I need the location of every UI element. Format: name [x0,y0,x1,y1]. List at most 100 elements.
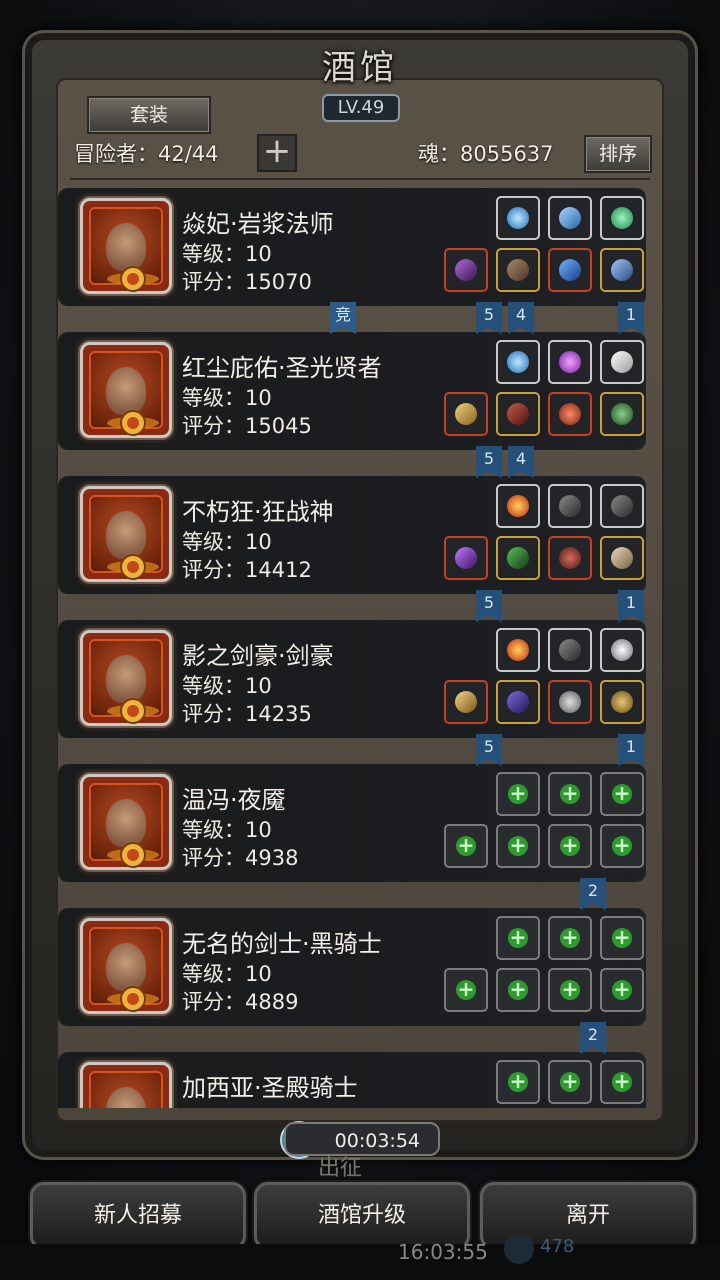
equipment-slot[interactable] [496,628,540,672]
empty-equipment-slot[interactable]: + [496,772,540,816]
add-equipment-icon: + [508,833,528,857]
recruit-button[interactable]: 新人招募 [30,1182,246,1250]
equipment-slot[interactable] [496,392,540,436]
equipment-slot[interactable] [444,392,488,436]
equipment-slot[interactable] [548,392,592,436]
equipment-slot[interactable] [496,196,540,240]
empty-equipment-slot[interactable]: + [496,824,540,868]
equipment-slot[interactable] [548,196,592,240]
empty-equipment-slot[interactable]: + [548,1060,592,1104]
empty-equipment-slot[interactable]: + [496,1060,540,1104]
empty-equipment-slot[interactable]: + [496,916,540,960]
hero-card[interactable]: 温冯·夜魇 等级：10 评分：4938 + + + + + + + [58,764,646,882]
level-ribbon: 1 [618,734,644,766]
window-title: 酒馆 [322,48,398,88]
empty-equipment-slot[interactable]: + [548,916,592,960]
equipment-slot[interactable] [548,628,592,672]
equipment-slot[interactable] [444,680,488,724]
empty-equipment-slot[interactable]: + [444,824,488,868]
empty-equipment-slot[interactable]: + [600,1060,644,1104]
bone-arm-icon [611,547,633,569]
level-ribbon: 5 [476,590,502,622]
dark-claw-icon [559,495,581,517]
level-ribbon: 2 [580,878,606,910]
hero-score: 评分：4938 [182,846,299,870]
level-ribbon: 4 [508,446,534,478]
hero-card[interactable]: 影之剑豪·剑豪 等级：10 评分：14235 [58,620,646,738]
hero-level: 等级：10 [182,530,272,554]
equipment-slot[interactable] [496,340,540,384]
hero-level: 等级：10 [182,818,272,842]
equipment-slot[interactable] [600,248,644,292]
flame-emblem-icon [106,982,160,1016]
empty-equipment-slot[interactable]: + [548,968,592,1012]
hero-score: 评分：15045 [182,414,312,438]
silver-ring-icon [559,691,581,713]
equipment-slot[interactable] [600,392,644,436]
equipment-slot[interactable] [496,484,540,528]
add-equipment-icon: + [612,977,632,1001]
equipment-slot[interactable] [496,680,540,724]
equipment-slot[interactable] [548,340,592,384]
equipment-slot[interactable] [496,248,540,292]
flame-emblem-icon [106,550,160,584]
hero-list[interactable]: 焱妃·岩浆法师 等级：10 评分：15070 红尘庇佑·圣光贤者 等级：10 评分：150… [58,188,648,1108]
flame-emblem-icon [106,694,160,728]
status-soul-count: 478 [540,1236,575,1257]
purple-axe-icon [455,547,477,569]
equipment-slot[interactable] [600,628,644,672]
golden-hammer-icon [455,403,477,425]
add-equipment-icon: + [508,1069,528,1093]
status-clock: 16:03:55 [398,1240,488,1264]
empty-equipment-slot[interactable]: + [600,824,644,868]
empty-equipment-slot[interactable]: + [548,772,592,816]
equipment-slot[interactable] [548,484,592,528]
level-ribbon: 5 [476,734,502,766]
suit-button[interactable]: 套装 [87,96,211,134]
equipment-slot[interactable] [444,536,488,580]
empty-equipment-slot[interactable]: + [600,968,644,1012]
add-equipment-icon: + [560,977,580,1001]
templar-portrait[interactable] [80,1062,172,1108]
fire-rune-icon [507,495,529,517]
hero-level: 等级：10 [182,962,272,986]
add-equipment-icon: + [456,977,476,1001]
hero-card[interactable]: 不朽狂·狂战神 等级：10 评分：14412 [58,476,646,594]
red-robe-icon [507,403,529,425]
bottom-status-bar [0,1244,720,1280]
equipment-slot[interactable] [444,248,488,292]
sort-button[interactable]: 排序 [584,135,652,173]
hero-card[interactable]: 加西亚·圣殿骑士 + + + [58,1052,646,1108]
equipment-slot[interactable] [600,536,644,580]
equipment-slot[interactable] [600,196,644,240]
plus-icon[interactable]: + [257,134,297,172]
empty-equipment-slot[interactable]: + [444,968,488,1012]
add-equipment-icon: + [560,925,580,949]
equipment-slot[interactable] [600,680,644,724]
blue-blade-icon [559,259,581,281]
blue-crystal-icon [559,207,581,229]
empty-equipment-slot[interactable]: + [600,772,644,816]
empty-equipment-slot[interactable]: + [548,824,592,868]
hero-card[interactable]: 无名的剑士·黑骑士 等级：10 评分：4889 + + + + + + + [58,908,646,1026]
empty-equipment-slot[interactable]: + [496,968,540,1012]
equipment-slot[interactable] [600,484,644,528]
gold-ring-icon [611,691,633,713]
equipment-slot[interactable] [548,680,592,724]
green-gem-icon [611,207,633,229]
equipment-slot[interactable] [548,248,592,292]
arena-ribbon: 竞 [330,302,356,334]
empty-equipment-slot[interactable]: + [600,916,644,960]
green-necklace-icon [611,403,633,425]
hero-card[interactable]: 焱妃·岩浆法师 等级：10 评分：15070 [58,188,646,306]
hero-level: 等级：10 [182,674,272,698]
hero-name: 无名的剑士·黑骑士 [182,930,382,958]
hero-score: 评分：14235 [182,702,312,726]
hero-card[interactable]: 红尘庇佑·圣光贤者 等级：10 评分：15045 [58,332,646,450]
equipment-slot[interactable] [548,536,592,580]
level-ribbon: 1 [618,302,644,334]
faded-label: 出征 [318,1156,363,1181]
equipment-slot[interactable] [600,340,644,384]
equipment-slot[interactable] [496,536,540,580]
add-equipment-icon: + [560,781,580,805]
